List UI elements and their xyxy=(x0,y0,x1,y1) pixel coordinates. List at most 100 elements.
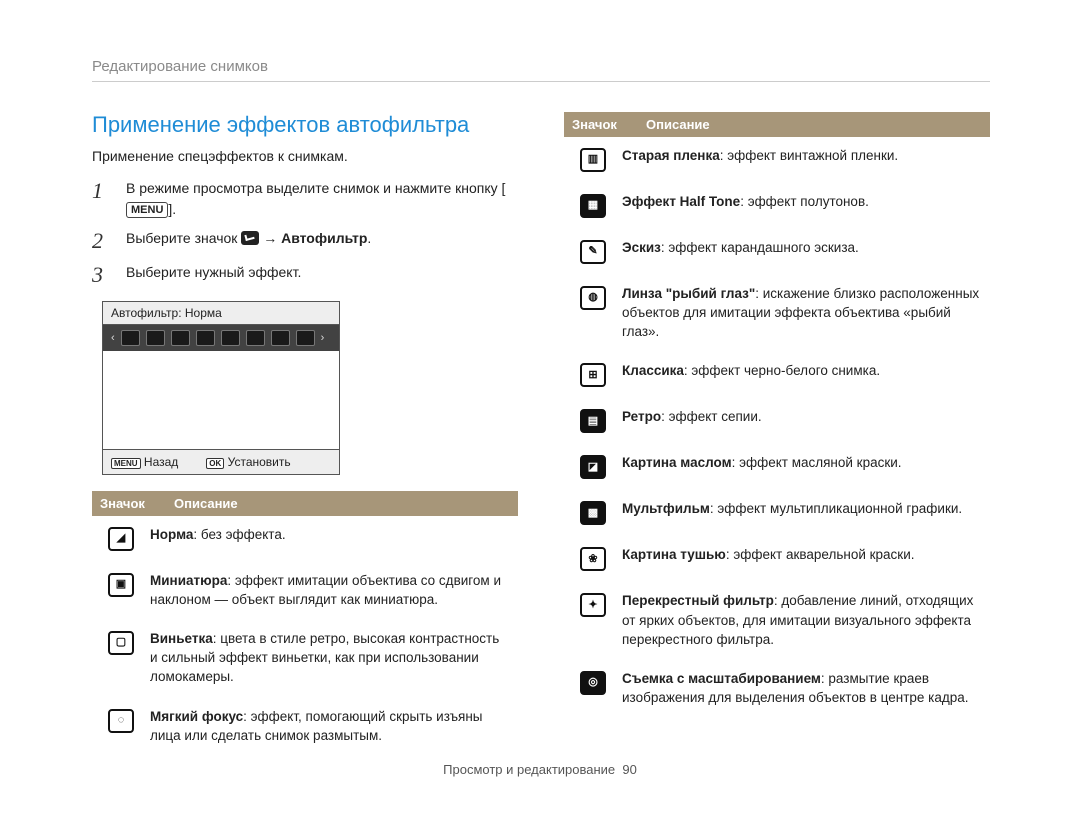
chevron-right-icon[interactable]: › xyxy=(321,332,325,344)
filter-thumb[interactable] xyxy=(296,330,315,346)
step-text: В режиме просмотра выделите снимок и наж… xyxy=(126,180,505,196)
effect-name: Мягкий фокус xyxy=(150,709,243,724)
table-cell-desc: Картина маслом: эффект масляной краски. xyxy=(622,453,990,479)
filter-thumb[interactable] xyxy=(271,330,290,346)
th-icon: Значок xyxy=(564,112,638,137)
effect-name: Эскиз xyxy=(622,240,661,255)
table-cell-desc: Линза "рыбий глаз": искажение близко рас… xyxy=(622,284,990,341)
zoomshot-icon: ◎ xyxy=(580,671,606,695)
table-row: ▦ Эффект Half Tone: эффект полутонов. xyxy=(564,183,990,229)
effects-table-right: ▥ Старая пленка: эффект винтажной пленки.… xyxy=(564,137,990,718)
table-row: ◪ Картина маслом: эффект масляной краски. xyxy=(564,444,990,490)
table-row: ❀Картина тушью: эффект акварельной краск… xyxy=(564,536,990,582)
effect-name: Картина маслом xyxy=(622,455,732,470)
page-footer: Просмотр и редактирование 90 xyxy=(0,762,1080,777)
footer-page: 90 xyxy=(622,762,636,777)
table-row: ✦ Перекрестный фильтр: добавление линий, … xyxy=(564,582,990,659)
effect-desc: : эффект акварельной краски. xyxy=(726,547,915,562)
table-header: Значок Описание xyxy=(564,112,990,137)
table-row: ◍ Линза "рыбий глаз": искажение близко ра… xyxy=(564,275,990,352)
step-1: 1 В режиме просмотра выделите снимок и н… xyxy=(92,178,518,220)
preview-footer: MENU Назад OK Установить xyxy=(103,449,339,474)
step-number: 3 xyxy=(92,262,112,288)
halftone-icon: ▦ xyxy=(580,194,606,218)
step-text: → xyxy=(259,230,281,246)
effect-name: Мультфильм xyxy=(622,501,710,516)
preview-title: Автофильтр: Норма xyxy=(103,302,339,325)
effect-name: Эффект Half Tone xyxy=(622,194,740,209)
effect-desc: : эффект сепии. xyxy=(661,409,762,424)
retro-icon: ▤ xyxy=(580,409,606,433)
table-cell-desc: Эффект Half Tone: эффект полутонов. xyxy=(622,192,990,218)
edit-icon xyxy=(241,231,259,245)
effect-name: Линза "рыбий глаз" xyxy=(622,286,755,301)
step-text: . xyxy=(367,230,371,246)
menu-icon: MENU xyxy=(126,202,168,218)
filter-thumb[interactable] xyxy=(246,330,265,346)
table-cell-desc: Классика: эффект черно-белого снимка. xyxy=(622,361,990,387)
effect-desc: : эффект черно-белого снимка. xyxy=(684,363,880,378)
breadcrumb: Редактирование снимков xyxy=(92,58,990,82)
effect-name: Картина тушью xyxy=(622,547,726,562)
table-cell-desc: Мультфильм: эффект мультипликационной гр… xyxy=(622,499,990,525)
filter-thumb[interactable] xyxy=(146,330,165,346)
cartoon-icon: ▩ xyxy=(580,501,606,525)
step-text: ]. xyxy=(168,201,176,217)
effect-name: Миниатюра xyxy=(150,573,227,588)
chevron-left-icon[interactable]: ‹ xyxy=(111,332,115,344)
table-cell-desc: Эскиз: эффект карандашного эскиза. xyxy=(622,238,990,264)
subtitle: Применение спецэффектов к снимкам. xyxy=(92,148,518,164)
camera-preview: Автофильтр: Норма ‹ › MENU Назад OK xyxy=(102,301,340,475)
softfocus-icon: ◌ xyxy=(108,709,134,733)
step-3: 3 Выберите нужный эффект. xyxy=(92,262,518,288)
effect-desc: : эффект полутонов. xyxy=(740,194,869,209)
table-cell-desc: Перекрестный фильтр: добавление линий, о… xyxy=(622,591,990,648)
table-row: ✎ Эскиз: эффект карандашного эскиза. xyxy=(564,229,990,275)
step-bold: Автофильтр xyxy=(281,230,367,246)
table-header: Значок Описание xyxy=(92,491,518,516)
ok-icon: OK xyxy=(206,458,224,469)
step-text: Выберите значок xyxy=(126,230,241,246)
step-number: 2 xyxy=(92,228,112,254)
table-cell-desc: Старая пленка: эффект винтажной пленки. xyxy=(622,146,990,172)
effect-desc: : без эффекта. xyxy=(193,527,285,542)
table-row: ▥ Старая пленка: эффект винтажной пленки. xyxy=(564,137,990,183)
table-row: ◢Норма: без эффекта. xyxy=(92,516,518,562)
effect-name: Норма xyxy=(150,527,193,542)
table-cell-desc: Съемка с масштабированием: размытие крае… xyxy=(622,669,990,707)
effect-desc: : эффект винтажной пленки. xyxy=(720,148,898,163)
preview-filter-strip: ‹ › xyxy=(103,325,339,351)
preview-body xyxy=(103,351,339,449)
effect-name: Виньетка xyxy=(150,631,213,646)
table-row: ◎ Съемка с масштабированием: размытие кра… xyxy=(564,660,990,718)
oldfilm-icon: ▥ xyxy=(580,148,606,172)
table-cell-desc: Мягкий фокус: эффект, помогающий скрыть … xyxy=(150,707,518,745)
step-2: 2 Выберите значок → Автофильтр. xyxy=(92,228,518,254)
step-text: Выберите нужный эффект. xyxy=(126,262,301,288)
crossfilter-icon: ✦ xyxy=(580,593,606,617)
filter-thumb[interactable] xyxy=(196,330,215,346)
ok-label: Установить xyxy=(228,455,291,469)
effect-name: Старая пленка xyxy=(622,148,720,163)
sketch-icon: ✎ xyxy=(580,240,606,264)
vignette-icon: ▢ xyxy=(108,631,134,655)
table-cell-desc: Виньетка: цвета в стиле ретро, высокая к… xyxy=(150,629,518,686)
th-desc: Описание xyxy=(638,112,990,137)
table-cell-desc: Миниатюра: эффект имитации объектива со … xyxy=(150,571,518,609)
effect-name: Перекрестный фильтр xyxy=(622,593,774,608)
table-cell-desc: Картина тушью: эффект акварельной краски… xyxy=(622,545,990,571)
filter-thumb[interactable] xyxy=(221,330,240,346)
effect-desc: : эффект мультипликационной графики. xyxy=(710,501,962,516)
classic-icon: ⊞ xyxy=(580,363,606,387)
table-row: ◌ Мягкий фокус: эффект, помогающий скрыть… xyxy=(92,698,518,756)
miniature-icon: ▣ xyxy=(108,573,134,597)
steps-list: 1 В режиме просмотра выделите снимок и н… xyxy=(92,178,518,289)
effect-name: Ретро xyxy=(622,409,661,424)
oilpaint-icon: ◪ xyxy=(580,455,606,479)
effect-name: Съемка с масштабированием xyxy=(622,671,821,686)
fisheye-icon: ◍ xyxy=(580,286,606,310)
filter-thumb[interactable] xyxy=(171,330,190,346)
back-label: Назад xyxy=(144,455,178,469)
filter-thumb[interactable] xyxy=(121,330,140,346)
table-row: ⊞ Классика: эффект черно-белого снимка. xyxy=(564,352,990,398)
